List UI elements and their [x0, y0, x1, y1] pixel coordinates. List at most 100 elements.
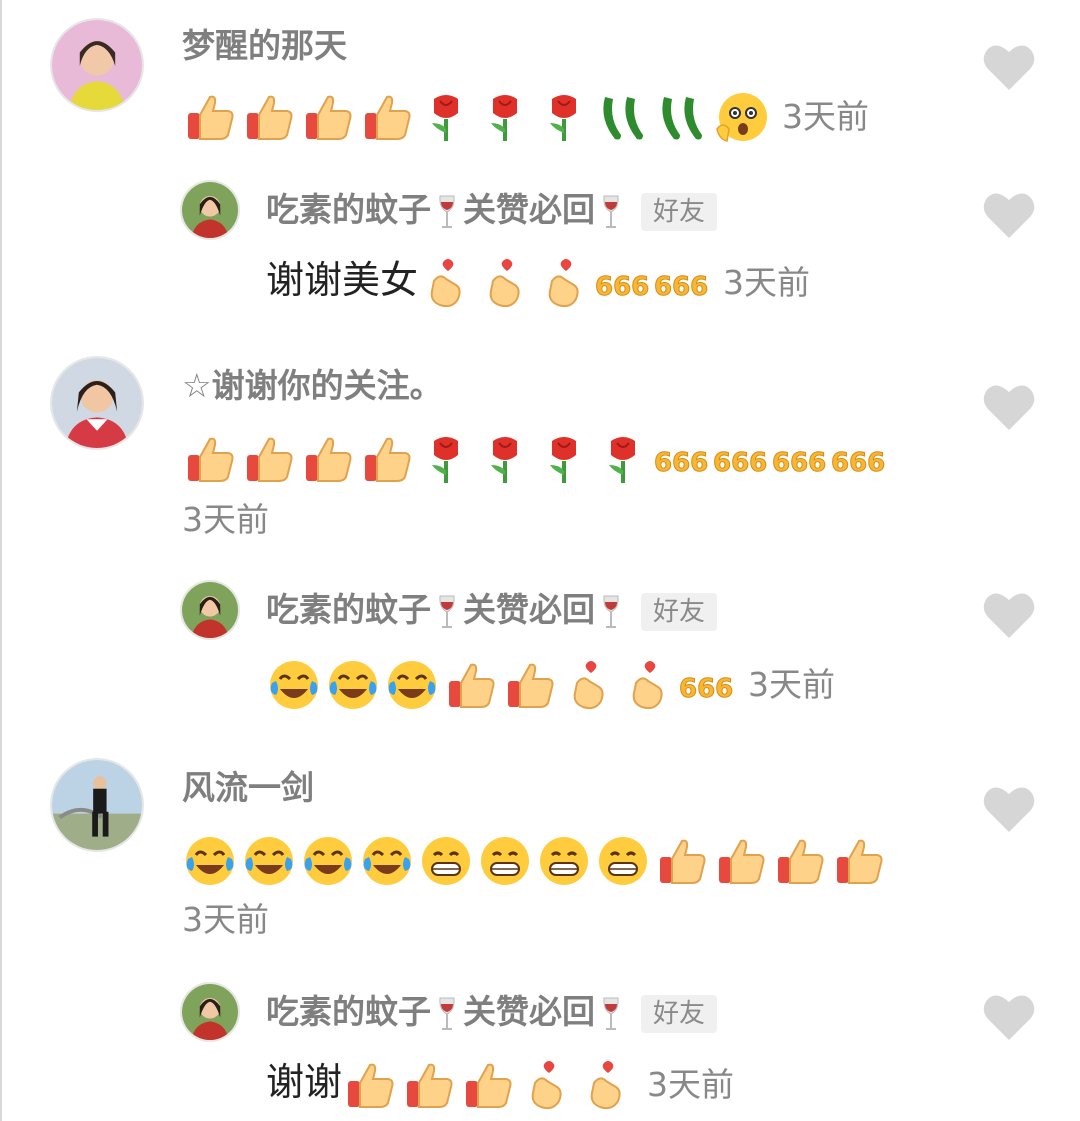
- svg-text:666: 666: [713, 448, 767, 478]
- six-six-six-icon: 666: [713, 431, 769, 487]
- six-six-six-icon: 666: [654, 255, 710, 311]
- heart-fingers-icon: [519, 1057, 575, 1113]
- wine-glass-icon: [435, 594, 459, 630]
- avatar[interactable]: [180, 180, 240, 240]
- replier-name[interactable]: 吃素的蚊子 关赞必回 好友: [266, 190, 718, 231]
- thumbs-up-icon: [460, 1057, 516, 1113]
- thumbs-up-icon: [713, 833, 769, 889]
- friend-badge: 好友: [641, 994, 718, 1033]
- rose-icon: [477, 431, 533, 487]
- like-heart-icon[interactable]: [982, 590, 1036, 640]
- replier-name-text: 吃素的蚊子: [266, 992, 431, 1031]
- avatar[interactable]: [180, 982, 240, 1042]
- cucumber-icon: [654, 89, 710, 145]
- commenter-name[interactable]: ☆谢谢你的关注。: [182, 366, 443, 406]
- rose-icon: [418, 431, 474, 487]
- comment-time: 3天前: [782, 96, 869, 136]
- thumbs-up-icon: [401, 1057, 457, 1113]
- laugh-cry-icon: [300, 833, 356, 889]
- avatar[interactable]: [50, 18, 144, 112]
- thumbs-up-icon: [241, 431, 297, 487]
- grin-icon: [477, 833, 533, 889]
- six-six-six-icon: 666: [654, 431, 710, 487]
- commenter-name[interactable]: 梦醒的那天: [182, 26, 347, 66]
- heart-fingers-icon: [418, 255, 474, 311]
- comment-body: 3天前: [182, 86, 869, 145]
- svg-text:666: 666: [595, 272, 649, 302]
- laugh-cry-icon: [182, 833, 238, 889]
- wine-glass-icon: [435, 996, 459, 1032]
- comment-body: 666 666 666 666: [182, 428, 890, 487]
- left-edge-divider: [0, 0, 2, 1121]
- avatar[interactable]: [50, 758, 144, 852]
- thumbs-up-icon: [772, 833, 828, 889]
- wine-glass-icon: [435, 194, 459, 230]
- grin-icon: [418, 833, 474, 889]
- thumbs-up-icon: [182, 89, 238, 145]
- wine-glass-icon: [599, 996, 623, 1032]
- thumbs-up-icon: [342, 1057, 398, 1113]
- comment-time: 3天前: [182, 900, 269, 939]
- replier-name-suffix: 关赞必回: [463, 992, 595, 1031]
- commenter-name[interactable]: 风流一剑: [182, 768, 314, 808]
- heart-fingers-icon: [536, 255, 592, 311]
- replier-name[interactable]: 吃素的蚊子 关赞必回 好友: [266, 992, 718, 1033]
- thumbs-up-icon: [502, 657, 558, 713]
- reply-body: 谢谢 3天前: [266, 1054, 734, 1113]
- friend-badge: 好友: [641, 192, 718, 231]
- grin-icon: [595, 833, 651, 889]
- laugh-cry-icon: [325, 657, 381, 713]
- heart-fingers-icon: [561, 657, 617, 713]
- laugh-cry-icon: [266, 657, 322, 713]
- wine-glass-icon: [599, 594, 623, 630]
- reply-time: 3天前: [748, 664, 835, 704]
- heart-fingers-icon: [620, 657, 676, 713]
- like-heart-icon[interactable]: [982, 784, 1036, 834]
- thumbs-up-icon: [241, 89, 297, 145]
- svg-text:666: 666: [831, 448, 885, 478]
- six-six-six-icon: 666: [595, 255, 651, 311]
- six-six-six-icon: 666: [679, 657, 735, 713]
- laugh-cry-icon: [384, 657, 440, 713]
- reply-time: 3天前: [723, 262, 811, 302]
- replier-name-suffix: 关赞必回: [463, 590, 595, 629]
- laugh-cry-icon: [241, 833, 297, 889]
- replier-name-suffix: 关赞必回: [463, 190, 595, 229]
- avatar[interactable]: [180, 580, 240, 640]
- like-heart-icon[interactable]: [982, 42, 1036, 92]
- like-heart-icon[interactable]: [982, 382, 1036, 432]
- rose-icon: [595, 431, 651, 487]
- thumbs-up-icon: [300, 89, 356, 145]
- replier-name-text: 吃素的蚊子: [266, 190, 431, 229]
- rose-icon: [477, 89, 533, 145]
- rose-icon: [536, 431, 592, 487]
- thumbs-up-icon: [443, 657, 499, 713]
- reply-text: 谢谢美女: [266, 258, 419, 302]
- shocked-face-icon: [713, 89, 769, 145]
- grin-icon: [536, 833, 592, 889]
- like-heart-icon[interactable]: [982, 992, 1036, 1042]
- avatar[interactable]: [50, 356, 144, 450]
- laugh-cry-icon: [359, 833, 415, 889]
- six-six-six-icon: 666: [772, 431, 828, 487]
- rose-icon: [536, 89, 592, 145]
- svg-text:666: 666: [654, 272, 708, 302]
- heart-fingers-icon: [477, 255, 533, 311]
- thumbs-up-icon: [654, 833, 710, 889]
- replier-name-text: 吃素的蚊子: [266, 590, 431, 629]
- rose-icon: [418, 89, 474, 145]
- friend-badge: 好友: [641, 592, 718, 631]
- thumbs-up-icon: [831, 833, 887, 889]
- heart-fingers-icon: [578, 1057, 634, 1113]
- replier-name[interactable]: 吃素的蚊子 关赞必回 好友: [266, 590, 718, 631]
- comment-body: [182, 830, 890, 889]
- svg-text:666: 666: [772, 448, 826, 478]
- cucumber-icon: [595, 89, 651, 145]
- comment-time: 3天前: [182, 500, 269, 539]
- svg-text:666: 666: [679, 674, 733, 704]
- wine-glass-icon: [599, 194, 623, 230]
- reply-body: 谢谢美女 666 666 3天前: [266, 252, 810, 311]
- like-heart-icon[interactable]: [982, 190, 1036, 240]
- thumbs-up-icon: [359, 89, 415, 145]
- svg-text:666: 666: [654, 448, 708, 478]
